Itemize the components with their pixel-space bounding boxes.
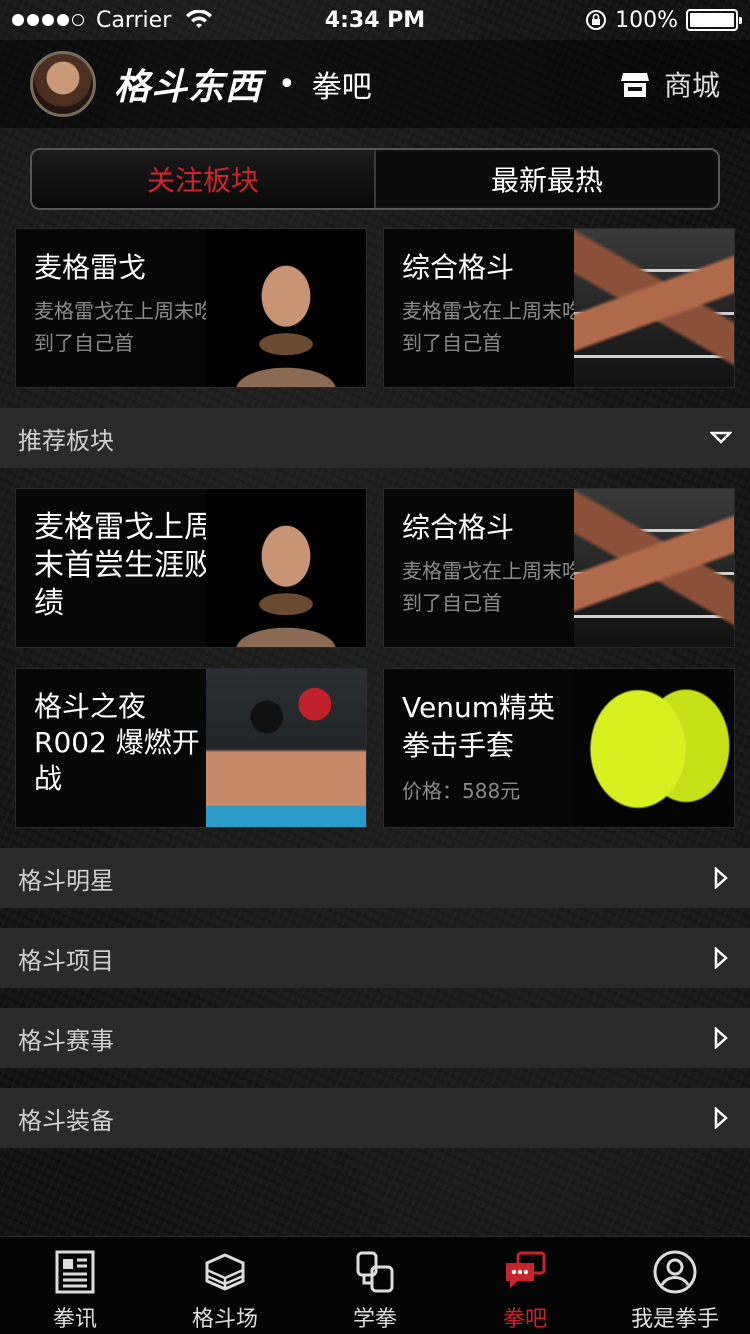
product-price: 价格：588元 bbox=[402, 779, 521, 803]
tab-followed-boards[interactable]: 关注板块 bbox=[32, 150, 376, 208]
card-title: 格斗之夜R002 爆燃开战 bbox=[34, 690, 200, 795]
section-label: 格斗装备 bbox=[18, 1106, 114, 1135]
section-row-fighters[interactable]: 格斗明星 bbox=[0, 848, 750, 908]
product-card[interactable]: Venum精英拳击手套 价格：588元 bbox=[383, 668, 735, 828]
learn-icon bbox=[356, 1251, 394, 1293]
card-description: 麦格雷戈在上周末吃到了自己首 bbox=[402, 559, 582, 615]
tab-news[interactable]: 拳讯 bbox=[0, 1237, 150, 1334]
bottom-tab-bar: 拳讯 格斗场 学拳 拳吧 我是拳手 bbox=[0, 1236, 750, 1334]
user-avatar[interactable] bbox=[30, 51, 96, 117]
news-icon bbox=[55, 1250, 95, 1294]
card-title: Venum精英拳击手套 bbox=[402, 691, 555, 762]
tab-forum[interactable]: 拳吧 bbox=[450, 1237, 600, 1334]
chevron-right-icon bbox=[714, 867, 728, 889]
recommended-card[interactable]: 麦格雷戈上周末首尝生涯败绩 bbox=[15, 488, 367, 648]
shop-label: 商城 bbox=[663, 69, 720, 102]
fighter-portrait-image bbox=[206, 489, 366, 647]
card-title: 麦格雷戈 bbox=[34, 251, 147, 284]
tab-label: 我是拳手 bbox=[630, 1307, 719, 1332]
tab-learn[interactable]: 学拳 bbox=[300, 1237, 450, 1334]
boxing-training-image bbox=[206, 669, 366, 827]
section-label: 格斗项目 bbox=[18, 946, 114, 975]
battery-percentage: 100% bbox=[615, 7, 678, 33]
tab-label: 学拳 bbox=[352, 1307, 397, 1332]
card-description: 麦格雷戈在上周末吃到了自己首 bbox=[34, 299, 214, 355]
recommended-section-header[interactable]: 推荐板块 bbox=[0, 408, 750, 468]
tab-label: 拳吧 bbox=[502, 1307, 547, 1332]
recommended-card[interactable]: 综合格斗 麦格雷戈在上周末吃到了自己首 bbox=[383, 488, 735, 648]
mma-fight-image bbox=[574, 489, 734, 647]
card-description: 麦格雷戈在上周末吃到了自己首 bbox=[402, 299, 582, 355]
shop-button[interactable]: 商城 bbox=[620, 64, 720, 104]
card-title: 综合格斗 bbox=[402, 511, 515, 544]
tab-latest-hottest[interactable]: 最新最热 bbox=[376, 150, 718, 208]
chevron-right-icon bbox=[714, 947, 728, 969]
app-logo: 格斗东西 bbox=[114, 66, 263, 108]
card-title: 综合格斗 bbox=[402, 251, 515, 284]
carrier-label: Carrier bbox=[96, 7, 172, 33]
profile-icon bbox=[653, 1250, 697, 1294]
card-title: 麦格雷戈上周末首尝生涯败绩 bbox=[34, 510, 214, 621]
boxing-gloves-image bbox=[574, 669, 734, 827]
rotation-lock-icon bbox=[586, 10, 607, 30]
section-row-disciplines[interactable]: 格斗项目 bbox=[0, 928, 750, 988]
board-card[interactable]: 综合格斗 麦格雷戈在上周末吃到了自己首 bbox=[383, 228, 735, 388]
mma-fight-image bbox=[574, 229, 734, 387]
wifi-icon bbox=[186, 10, 213, 28]
section-label: 格斗明星 bbox=[18, 866, 114, 895]
recommended-card[interactable]: 格斗之夜R002 爆燃开战 bbox=[15, 668, 367, 828]
section-label: 推荐板块 bbox=[18, 426, 114, 455]
tab-arena[interactable]: 格斗场 bbox=[150, 1237, 300, 1334]
tab-label: 拳讯 bbox=[52, 1307, 97, 1332]
store-icon bbox=[620, 73, 649, 97]
chat-icon bbox=[506, 1251, 546, 1288]
section-label: 格斗赛事 bbox=[18, 1026, 114, 1055]
signal-strength-icon bbox=[12, 14, 84, 26]
chevron-right-icon bbox=[714, 1107, 728, 1129]
page-title: 拳吧 bbox=[311, 70, 372, 105]
section-row-gear[interactable]: 格斗装备 bbox=[0, 1088, 750, 1148]
segmented-control: 关注板块 最新最热 bbox=[30, 148, 720, 210]
fighter-portrait-image bbox=[206, 229, 366, 387]
chevron-down-icon bbox=[710, 431, 732, 444]
tab-profile[interactable]: 我是拳手 bbox=[600, 1237, 750, 1334]
app-header: 格斗东西 • 拳吧 商城 bbox=[0, 40, 750, 128]
section-row-events[interactable]: 格斗赛事 bbox=[0, 1008, 750, 1068]
status-bar: Carrier 4:34 PM 100% bbox=[0, 0, 750, 40]
ring-icon bbox=[205, 1253, 245, 1291]
separator-dot: • bbox=[278, 66, 296, 102]
tab-label: 格斗场 bbox=[191, 1307, 258, 1332]
battery-icon bbox=[686, 9, 742, 31]
board-card[interactable]: 麦格雷戈 麦格雷戈在上周末吃到了自己首 bbox=[15, 228, 367, 388]
chevron-right-icon bbox=[714, 1027, 728, 1049]
